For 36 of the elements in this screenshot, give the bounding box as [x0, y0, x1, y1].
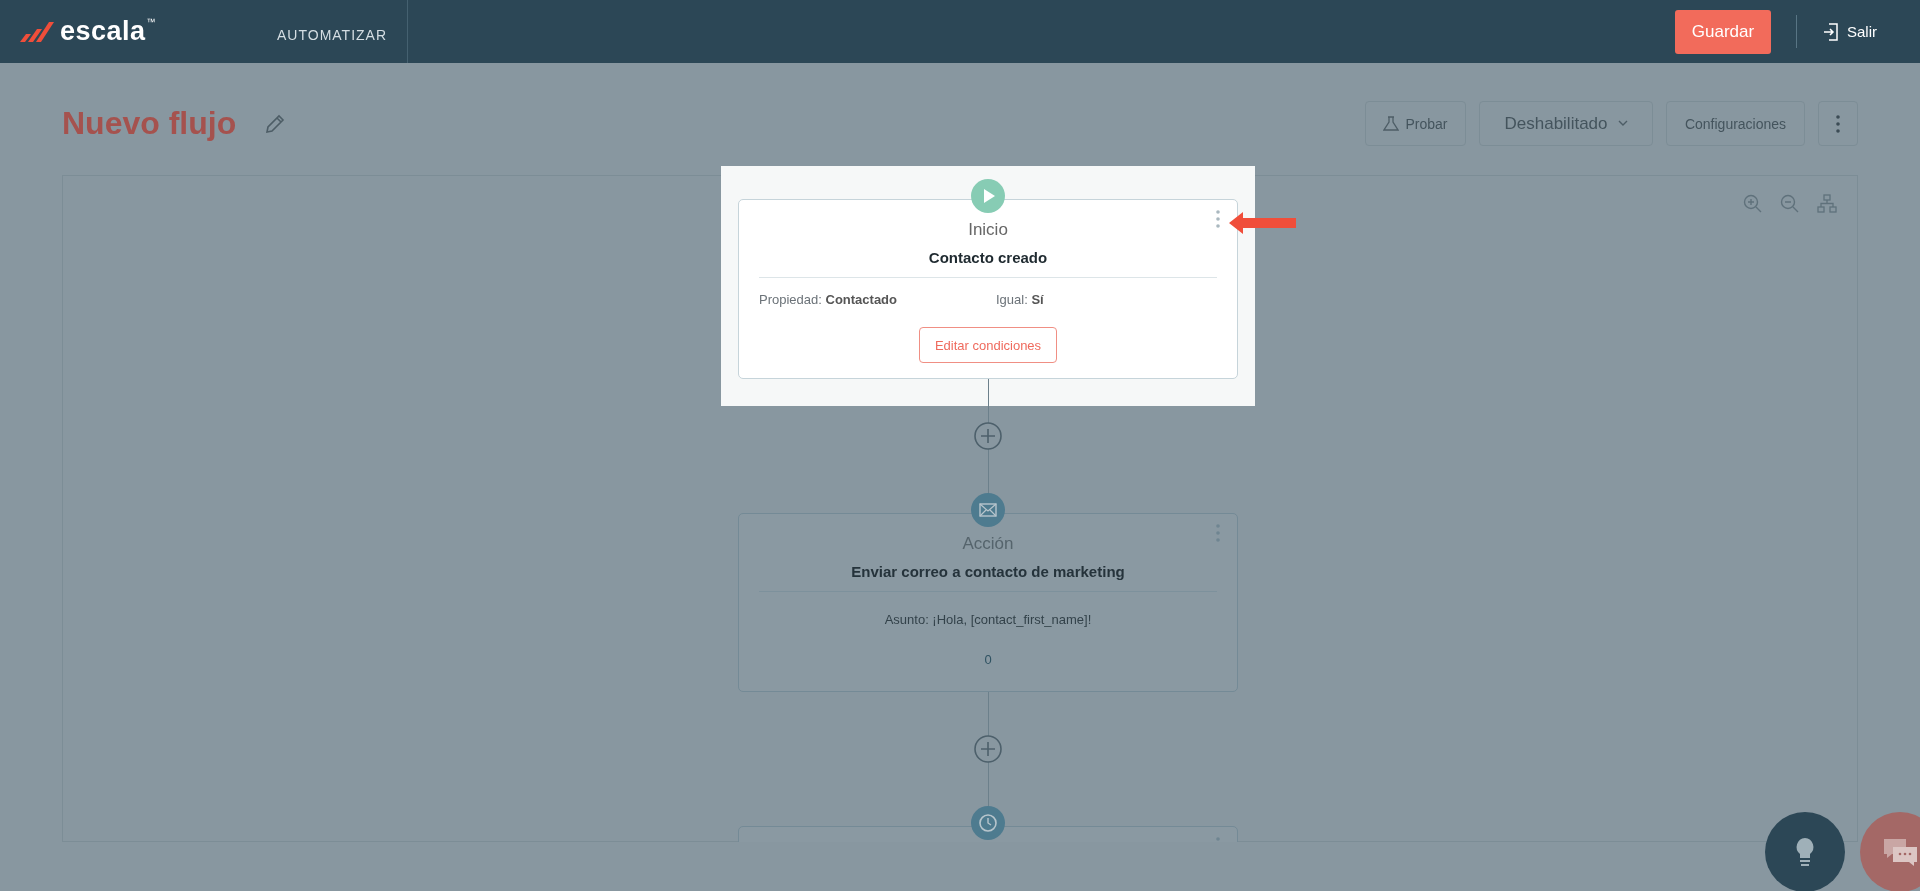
test-button[interactable]: Probar	[1365, 101, 1466, 146]
zoom-in-icon[interactable]	[1743, 194, 1762, 213]
node-type-label: Inicio	[967, 220, 1009, 240]
chat-icon	[1882, 837, 1918, 867]
node-title: Enviar correo a contacto de marketing	[850, 562, 1126, 582]
logo-icon	[20, 19, 54, 44]
sent-count: 0	[983, 651, 993, 669]
more-options-button[interactable]	[1818, 101, 1858, 146]
node-title: Contacto creado	[927, 248, 1049, 268]
clock-icon	[971, 806, 1005, 840]
exit-link[interactable]: Salir	[1823, 0, 1877, 63]
edit-icon[interactable]	[264, 112, 287, 135]
email-subject: Asunto: ¡Hola, [contact_first_name]!	[883, 611, 1093, 629]
flask-icon	[1383, 115, 1400, 132]
chevron-down-icon	[1617, 120, 1628, 127]
status-dropdown[interactable]: Deshabilitado	[1479, 101, 1653, 146]
condition-text: Igual: Sí	[996, 291, 1044, 309]
arrow-icon	[1229, 212, 1296, 234]
nav-item[interactable]: AUTOMATIZAR	[230, 0, 408, 63]
hierarchy-icon[interactable]	[1817, 194, 1837, 213]
trademark-mark: ™	[146, 17, 156, 27]
logo-text: escala	[60, 16, 146, 47]
condition-text: Propiedad: Contactado	[759, 291, 898, 309]
flow-title: Nuevo flujo	[62, 105, 237, 142]
lightbulb-icon	[1794, 837, 1816, 867]
exit-icon	[1823, 22, 1839, 41]
more-vertical-icon	[1836, 114, 1840, 133]
envelope-icon	[971, 493, 1005, 527]
chat-button[interactable]	[1860, 812, 1920, 891]
add-step-icon[interactable]	[974, 422, 1002, 450]
more-vertical-icon[interactable]	[1216, 210, 1220, 228]
settings-button[interactable]: Configuraciones	[1666, 101, 1805, 146]
zoom-out-icon[interactable]	[1780, 194, 1799, 213]
save-button[interactable]: Guardar	[1675, 9, 1771, 54]
edit-conditions-button[interactable]: Editar condiciones	[919, 327, 1057, 363]
add-step-icon[interactable]	[974, 735, 1002, 763]
